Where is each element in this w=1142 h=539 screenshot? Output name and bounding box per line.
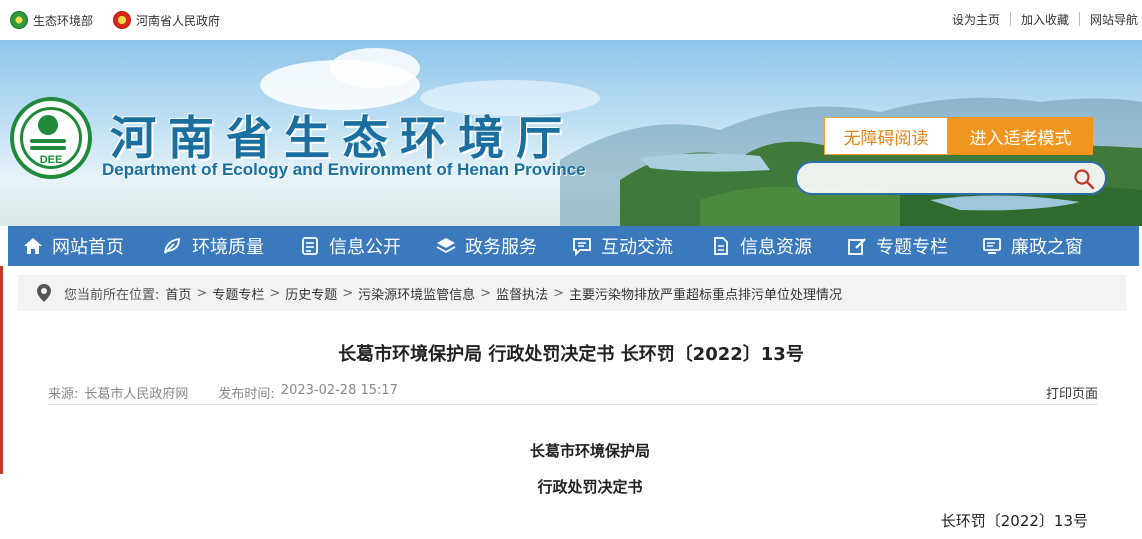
monitor-icon [983, 238, 1001, 254]
top-bar: 生态环境部 河南省人民政府 设为主页 加入收藏 网站导航 [0, 0, 1142, 40]
search-input[interactable] [809, 169, 1069, 189]
article-org: 长葛市环境保护局 [529, 442, 650, 460]
source-value: 长葛市人民政府网 [84, 387, 189, 402]
breadcrumb: 您当前所在位置: 首页 > 专题专栏 > 历史专题 > 污染源环境监管信息 > … [18, 275, 1126, 311]
nav-env-quality[interactable]: 环境质量 [148, 226, 285, 266]
divider [48, 404, 1098, 405]
edit-icon [848, 238, 866, 255]
ministry-link[interactable]: 生态环境部 [10, 11, 93, 29]
nav-label: 信息公开 [329, 237, 401, 258]
ministry-emblem-icon [10, 11, 28, 29]
source-label: 来源: [48, 387, 79, 402]
accessible-reading-button[interactable]: 无障碍阅读 [824, 117, 948, 155]
nav-gov-service[interactable]: 政务服务 [421, 226, 557, 266]
site-title: 河南省生态环境厅 [110, 111, 574, 165]
breadcrumb-history-topics[interactable]: 历史专题 [285, 284, 337, 303]
breadcrumb-current[interactable]: 主要污染物排放严重超标重点排污单位处理情况 [569, 284, 842, 303]
nav-interaction[interactable]: 互动交流 [557, 226, 696, 266]
print-page-link[interactable]: 打印页面 [1046, 383, 1098, 402]
nav-label: 信息资源 [740, 237, 812, 258]
document-icon [302, 237, 318, 255]
nav-info-public[interactable]: 信息公开 [285, 226, 421, 266]
department-logo: DEE [10, 97, 92, 179]
site-nav-link[interactable]: 网站导航 [1080, 11, 1142, 28]
search-icon[interactable] [1073, 168, 1095, 190]
date-label: 发布时间: [218, 387, 275, 402]
top-tools: 设为主页 加入收藏 网站导航 [942, 10, 1142, 28]
nav-label: 政务服务 [465, 237, 537, 258]
article-meta: 来源: 长葛市人民政府网 发布时间: 2023-02-28 15:17 [48, 383, 404, 402]
article-doc-type: 行政处罚决定书 [537, 478, 643, 496]
date-value: 2023-02-28 15:17 [280, 383, 398, 398]
breadcrumb-prefix: 您当前所在位置: [64, 287, 160, 303]
nav-label: 网站首页 [52, 237, 124, 258]
nav-special-topics[interactable]: 专题专栏 [832, 226, 967, 266]
nav-label: 互动交流 [601, 237, 673, 258]
nav-label: 廉政之窗 [1011, 237, 1083, 258]
elder-mode-button[interactable]: 进入适老模式 [948, 117, 1093, 155]
breadcrumb-enforcement[interactable]: 监督执法 [496, 284, 548, 303]
breadcrumb-home[interactable]: 首页 [165, 284, 191, 303]
article-title: 长葛市环境保护局 行政处罚决定书 长环罚〔2022〕13号 [338, 344, 804, 365]
nav-integrity[interactable]: 廉政之窗 [967, 226, 1103, 266]
header-banner: DEE 河南省生态环境厅 Department of Ecology and E… [0, 40, 1142, 226]
set-homepage-link[interactable]: 设为主页 [942, 11, 1010, 28]
nav-label: 专题专栏 [876, 237, 948, 258]
main-nav: 网站首页 环境质量 信息公开 政务服务 互动交流 信息资源 专题专栏 廉政之窗 [8, 226, 1139, 266]
home-icon [24, 238, 42, 254]
leaf-icon [164, 237, 180, 254]
nav-label: 环境质量 [192, 237, 264, 258]
national-emblem-icon [113, 11, 131, 29]
layers-icon [436, 238, 456, 254]
breadcrumb-special-topics[interactable]: 专题专栏 [212, 284, 264, 303]
nav-home[interactable]: 网站首页 [8, 226, 148, 266]
nav-info-resources[interactable]: 信息资源 [696, 226, 832, 266]
province-gov-link[interactable]: 河南省人民政府 [113, 11, 220, 29]
chat-icon [573, 238, 591, 256]
add-favorite-link[interactable]: 加入收藏 [1011, 11, 1079, 28]
province-gov-link-label: 河南省人民政府 [136, 13, 221, 28]
ministry-link-label: 生态环境部 [33, 13, 94, 28]
file-icon [714, 237, 728, 255]
search-box [795, 161, 1107, 195]
breadcrumb-pollution-source[interactable]: 污染源环境监管信息 [358, 284, 475, 303]
site-subtitle: Department of Ecology and Environment of… [102, 160, 586, 179]
location-pin-icon [37, 284, 51, 302]
article-doc-number: 长环罚〔2022〕13号 [940, 512, 1088, 530]
